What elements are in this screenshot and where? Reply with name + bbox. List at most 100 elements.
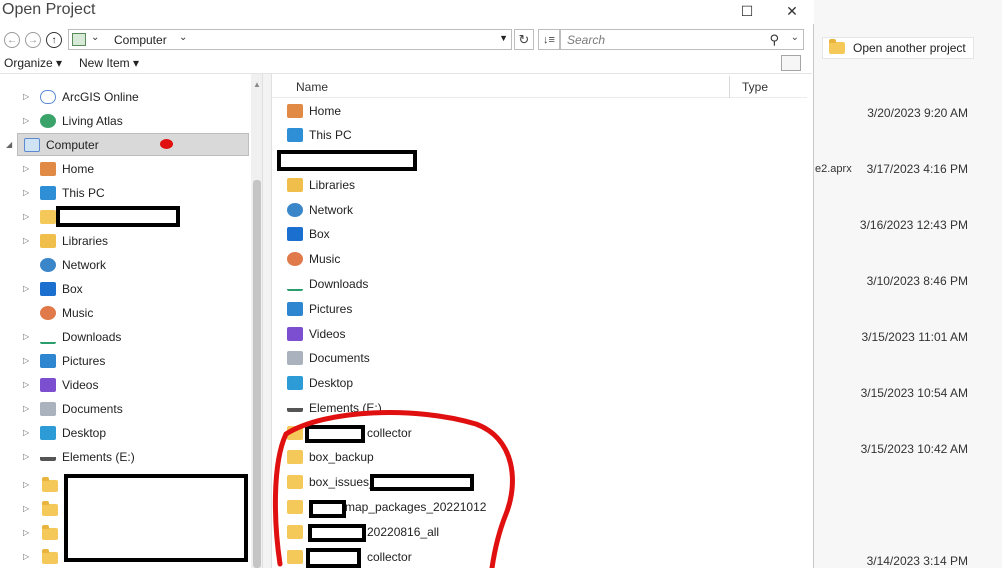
expand-arrow-icon[interactable]: ▷ <box>23 212 29 221</box>
refresh-icon[interactable]: ↻ <box>514 29 534 50</box>
annotation-dot <box>160 139 173 149</box>
list-item[interactable]: Music <box>287 248 340 270</box>
tree-item[interactable]: Music <box>40 302 93 324</box>
expand-arrow-icon[interactable]: ▷ <box>23 236 29 245</box>
chevron-down-icon[interactable]: ⌄ <box>179 32 187 43</box>
list-item[interactable]: Documents <box>287 347 370 369</box>
maximize-icon[interactable]: ☐ <box>727 0 767 22</box>
network-icon <box>287 203 303 217</box>
chevron-down-icon[interactable]: ⌄ <box>791 32 799 43</box>
tree-item[interactable]: ArcGIS Online <box>40 86 139 108</box>
videos-icon <box>287 327 303 341</box>
folder-icon <box>829 39 845 54</box>
tree-item[interactable]: Downloads <box>40 326 121 348</box>
expand-arrow-icon[interactable]: ▷ <box>23 404 29 413</box>
downloads-icon <box>287 277 303 291</box>
tree-item[interactable]: Living Atlas <box>40 110 123 132</box>
tree-item[interactable]: Home <box>40 158 94 180</box>
tree-item-label: Downloads <box>62 330 122 344</box>
list-item[interactable]: Libraries <box>287 174 355 196</box>
tree-item[interactable]: Elements (E:) <box>40 446 135 468</box>
project-date: 3/14/2023 3:14 PM <box>866 554 968 568</box>
music-icon <box>287 252 303 266</box>
tree-item[interactable]: Libraries <box>40 230 108 252</box>
expand-arrow-icon[interactable]: ▷ <box>23 284 29 293</box>
list-item[interactable]: Home <box>287 100 341 122</box>
sort-icon[interactable]: ↓≡ <box>538 29 560 50</box>
back-arrow-icon[interactable]: ← <box>4 32 20 48</box>
address-dropdown-icon[interactable]: ▼ <box>499 33 508 43</box>
list-item[interactable]: Network <box>287 199 353 221</box>
folder-icon[interactable] <box>42 501 58 516</box>
close-icon[interactable]: ✕ <box>772 0 812 22</box>
list-item-label: Network <box>309 203 354 217</box>
folder-icon <box>40 210 56 224</box>
expand-arrow-icon[interactable]: ▷ <box>23 116 29 125</box>
tree-item[interactable]: Pictures <box>40 350 105 372</box>
tree-item[interactable]: Documents <box>40 398 123 420</box>
column-type-header[interactable]: Type <box>742 80 768 94</box>
search-icon[interactable]: ⚲ <box>769 32 779 48</box>
search-input[interactable]: Search ⚲ ⌄ <box>560 29 804 50</box>
list-item-label: Libraries <box>309 178 356 192</box>
expand-arrow-icon[interactable]: ▷ <box>23 428 29 437</box>
expand-arrow-icon[interactable]: ▷ <box>23 188 29 197</box>
home-icon <box>287 104 303 118</box>
expand-arrow-icon[interactable]: ▷ <box>23 452 29 461</box>
expand-arrow-icon[interactable]: ▷ <box>23 528 29 537</box>
box-icon <box>287 227 303 241</box>
chevron-down-icon[interactable]: ⌄ <box>91 32 99 43</box>
list-item[interactable]: Desktop <box>287 372 353 394</box>
organize-menu[interactable]: Organize ▾ <box>4 56 62 70</box>
new-item-menu[interactable]: New Item ▾ <box>79 56 139 70</box>
cloud-icon <box>40 90 56 104</box>
folder-icon[interactable] <box>42 549 58 564</box>
list-item[interactable]: Videos <box>287 323 345 345</box>
list-item[interactable]: Downloads <box>287 273 368 295</box>
expand-arrow-icon[interactable]: ▷ <box>23 480 29 489</box>
tree-item[interactable]: Videos <box>40 374 98 396</box>
folder-icon[interactable] <box>42 525 58 540</box>
column-header <box>272 76 807 98</box>
list-item[interactable]: Box <box>287 223 330 245</box>
expand-arrow-icon[interactable]: ▷ <box>23 164 29 173</box>
tree-item-label: Documents <box>62 402 123 416</box>
open-another-project-label: Open another project <box>853 41 966 55</box>
tree-item[interactable]: Desktop <box>40 422 106 444</box>
expand-arrow-icon[interactable]: ◢ <box>6 140 12 149</box>
tree-item-label: Music <box>62 306 94 320</box>
search-placeholder: Search <box>567 33 606 47</box>
up-arrow-icon[interactable]: ↑ <box>46 32 62 48</box>
column-name-header[interactable]: Name <box>296 80 328 94</box>
videos-icon <box>40 378 56 392</box>
list-item[interactable]: This PC <box>287 124 352 146</box>
tree-scrollbar-thumb[interactable] <box>253 180 261 568</box>
scroll-up-icon[interactable]: ▲ <box>253 80 261 89</box>
tree-item-label: Living Atlas <box>62 114 123 128</box>
list-item-label: Home <box>309 104 342 118</box>
tree-item[interactable]: Computer <box>24 134 99 156</box>
list-item[interactable]: Pictures <box>287 298 352 320</box>
libraries-icon <box>287 178 303 192</box>
column-separator[interactable] <box>729 76 730 98</box>
tree-item[interactable]: Network <box>40 254 106 276</box>
expand-arrow-icon[interactable]: ▷ <box>23 332 29 341</box>
folder-icon[interactable] <box>42 477 58 492</box>
expand-arrow-icon[interactable]: ▷ <box>23 552 29 561</box>
tree-item-label: ArcGIS Online <box>62 90 139 104</box>
forward-arrow-icon[interactable]: → <box>25 32 41 48</box>
expand-arrow-icon[interactable]: ▷ <box>23 92 29 101</box>
tree-item[interactable]: Box <box>40 278 83 300</box>
pictures-icon <box>40 354 56 368</box>
libraries-icon <box>40 234 56 248</box>
project-date: 3/10/2023 8:46 PM <box>866 274 968 288</box>
expand-arrow-icon[interactable]: ▷ <box>23 504 29 513</box>
expand-arrow-icon[interactable]: ▷ <box>23 380 29 389</box>
view-toggle-icon[interactable] <box>781 55 801 71</box>
address-bar[interactable]: ⌄ Computer ⌄ ▼ <box>68 29 512 50</box>
desktop-icon <box>287 376 303 390</box>
tree-item[interactable]: This PC <box>40 182 105 204</box>
open-another-project-button[interactable]: Open another project <box>822 37 974 59</box>
expand-arrow-icon[interactable]: ▷ <box>23 356 29 365</box>
dialog-title: Open Project <box>2 1 96 18</box>
